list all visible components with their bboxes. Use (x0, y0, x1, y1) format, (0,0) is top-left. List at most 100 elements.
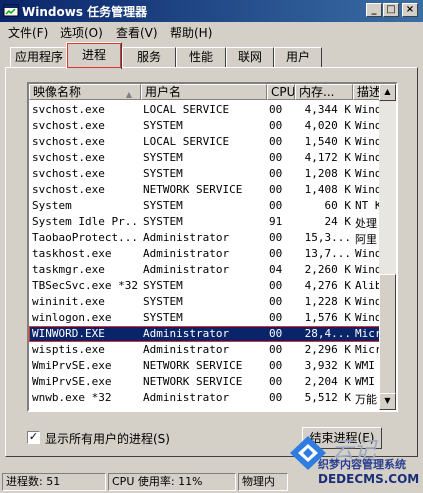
process-memory: 5,512 K (304, 391, 351, 404)
column-image-name-label: 映像名称 (33, 85, 82, 99)
process-cpu: 00 (269, 247, 283, 260)
table-row[interactable]: wnwb.exe *32 Administrator 00 5,512 K 万能 (29, 390, 381, 406)
status-bar: 进程数: 51 CPU 使用率: 11% 物理内 (0, 471, 423, 493)
process-description: Wind (355, 119, 381, 132)
process-user: SYSTEM (143, 215, 183, 228)
column-user-name[interactable]: 用户名 (141, 84, 267, 100)
process-list[interactable]: 映像名称 ▲ 用户名 CPU 内存... 描述 svchost.exe LOCAL… (27, 82, 398, 412)
tab-applications[interactable]: 应用程序 (10, 47, 68, 68)
table-row[interactable]: svchost.exe SYSTEM 00 1,208 K Wind (29, 166, 381, 182)
process-name: svchost.exe (32, 119, 105, 132)
menu-options[interactable]: 选项(O) (60, 24, 103, 41)
process-user: NETWORK SERVICE (143, 359, 243, 372)
table-row[interactable]: WINWORD.EXE Administrator 00 28,4... Micr (29, 326, 381, 342)
process-user: LOCAL SERVICE (143, 103, 230, 116)
status-process-count: 进程数: 51 (2, 473, 106, 491)
table-row[interactable]: taskhost.exe Administrator 00 13,7... Wind (29, 246, 381, 262)
column-image-name[interactable]: 映像名称 ▲ (29, 84, 141, 100)
process-user: SYSTEM (143, 151, 183, 164)
tab-performance[interactable]: 性能 (176, 47, 226, 68)
process-memory: 2,260 K (304, 263, 351, 276)
process-name: wnwb.exe *32 (32, 391, 112, 404)
process-description: WMI (355, 359, 375, 372)
table-row[interactable]: WmiPrvSE.exe NETWORK SERVICE 00 3,932 K WMI (29, 358, 381, 374)
sort-ascending-icon: ▲ (125, 90, 132, 99)
table-row[interactable]: wisptis.exe Administrator 00 2,296 K Micr (29, 342, 381, 358)
process-description: Wind (355, 263, 381, 276)
process-user: Administrator (143, 231, 230, 244)
vertical-scrollbar[interactable]: ▲ ▼ (379, 84, 396, 410)
process-name: WmiPrvSE.exe (32, 359, 112, 372)
process-cpu: 00 (269, 135, 283, 148)
scroll-up-icon[interactable]: ▲ (379, 84, 396, 101)
table-row[interactable]: TaobaoProtect.... Administrator 00 15,3... 阿… (29, 230, 381, 246)
table-row[interactable]: TBSecSvc.exe *32 SYSTEM 00 4,276 K Alib (29, 278, 381, 294)
tab-processes[interactable]: 进程 (66, 42, 122, 69)
process-user: Administrator (143, 391, 230, 404)
table-row[interactable]: WmiPrvSE.exe NETWORK SERVICE 00 2,204 K WMI (29, 374, 381, 390)
column-memory[interactable]: 内存... (295, 84, 353, 100)
process-name: svchost.exe (32, 183, 105, 196)
tab-users[interactable]: 用户 (274, 47, 322, 68)
title-bar: Windows 任务管理器 _ □ × (0, 0, 423, 22)
process-cpu: 00 (269, 391, 283, 404)
process-cpu: 00 (269, 119, 283, 132)
process-description: Wind (355, 247, 381, 260)
table-row[interactable]: taskmgr.exe Administrator 04 2,260 K Wind (29, 262, 381, 278)
scroll-down-icon[interactable]: ▼ (379, 393, 396, 410)
process-cpu: 00 (269, 375, 283, 388)
process-memory: 1,408 K (304, 183, 351, 196)
menu-help[interactable]: 帮助(H) (170, 24, 212, 41)
tab-strip: 应用程序 进程 服务 性能 联网 用户 (0, 42, 423, 69)
end-process-button[interactable]: 结束进程(E) (302, 427, 382, 449)
process-cpu: 00 (269, 183, 283, 196)
table-row[interactable]: svchost.exe NETWORK SERVICE 00 1,408 K Wind (29, 182, 381, 198)
process-description: Micr (355, 327, 381, 340)
process-memory: 15,3... (304, 231, 351, 244)
watermark-line1: 织梦内容管理系统 (318, 458, 406, 471)
close-button[interactable]: × (402, 3, 418, 17)
table-row[interactable]: svchost.exe SYSTEM 00 4,172 K Wind (29, 150, 381, 166)
status-physical-memory: 物理内 (238, 473, 288, 491)
process-description: WMI (355, 375, 375, 388)
process-name: winlogon.exe (32, 311, 112, 324)
process-description: 万能 (355, 393, 377, 406)
process-memory: 1,540 K (304, 135, 351, 148)
process-user: SYSTEM (143, 119, 183, 132)
process-cpu: 00 (269, 103, 283, 116)
process-name: WINWORD.EXE (32, 327, 105, 340)
tab-services[interactable]: 服务 (122, 47, 176, 68)
table-row[interactable]: svchost.exe SYSTEM 00 4,020 K Wind (29, 118, 381, 134)
process-name: System Idle Pr... (32, 215, 140, 228)
process-cpu: 00 (269, 359, 283, 372)
column-cpu[interactable]: CPU (267, 84, 295, 100)
maximize-button[interactable]: □ (383, 3, 399, 17)
menu-file[interactable]: 文件(F) (8, 24, 48, 41)
process-memory: 24 K (324, 215, 352, 228)
process-user: Administrator (143, 247, 230, 260)
process-user: LOCAL SERVICE (143, 135, 230, 148)
minimize-button[interactable]: _ (366, 3, 382, 17)
table-row[interactable]: svchost.exe LOCAL SERVICE 00 4,344 K Wind (29, 102, 381, 118)
process-name: System (32, 199, 72, 212)
process-memory: 4,276 K (304, 279, 351, 292)
process-name: taskhost.exe (32, 247, 112, 260)
table-row[interactable]: System SYSTEM 00 60 K NT K (29, 198, 381, 214)
scrollbar-thumb[interactable] (379, 274, 396, 394)
process-user: Administrator (143, 263, 230, 276)
process-memory: 2,296 K (304, 343, 351, 356)
process-description: Wind (355, 151, 381, 164)
process-cpu: 91 (269, 215, 283, 228)
process-name: wisptis.exe (32, 343, 105, 356)
process-name: svchost.exe (32, 135, 105, 148)
show-all-users-checkbox[interactable]: ✓ (27, 431, 40, 444)
table-row[interactable]: winlogon.exe SYSTEM 00 1,576 K Wind (29, 310, 381, 326)
process-cpu: 04 (269, 263, 283, 276)
menu-view[interactable]: 查看(V) (116, 24, 158, 41)
table-row[interactable]: wininit.exe SYSTEM 00 1,228 K Wind (29, 294, 381, 310)
table-row[interactable]: System Idle Pr... SYSTEM 91 24 K 处理 (29, 214, 381, 230)
tab-networking[interactable]: 联网 (226, 47, 274, 68)
process-user: SYSTEM (143, 279, 183, 292)
process-description: 阿里 (355, 233, 377, 246)
table-row[interactable]: svchost.exe LOCAL SERVICE 00 1,540 K Wind (29, 134, 381, 150)
